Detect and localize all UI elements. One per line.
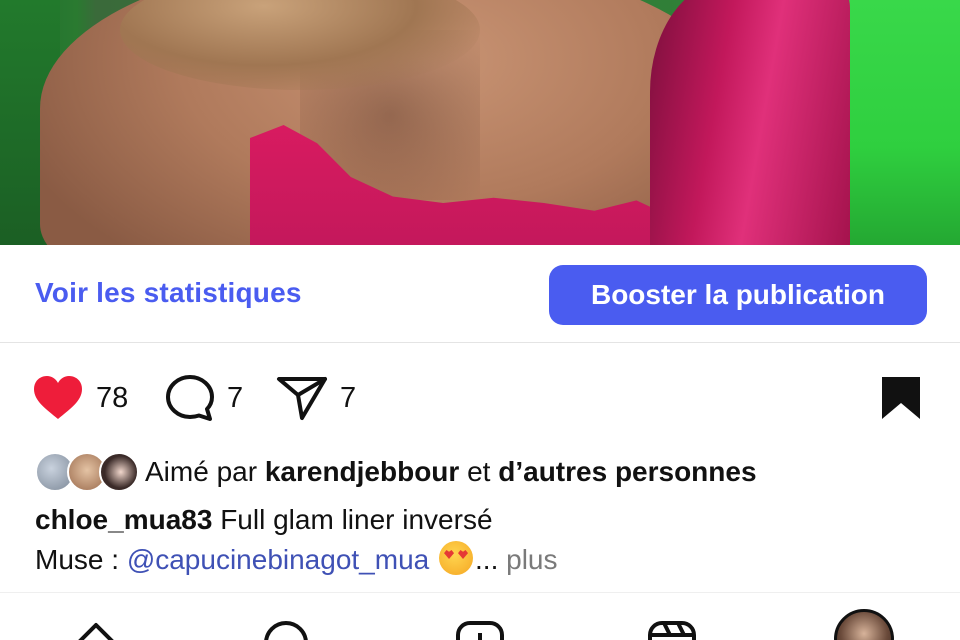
liked-by-username[interactable]: karendjebbour — [265, 456, 459, 487]
bottom-nav — [0, 592, 960, 640]
comment-group: 7 — [165, 370, 243, 426]
post-photo[interactable] — [0, 0, 960, 245]
caption-more-link[interactable]: plus — [506, 544, 557, 575]
bookmark-filled-icon[interactable] — [880, 375, 922, 421]
engagement-bar: 78 7 7 — [0, 370, 960, 426]
save-group — [880, 370, 922, 426]
liked-by-and: et — [467, 456, 491, 487]
caption-muse-label: Muse : — [35, 544, 120, 575]
search-icon[interactable] — [260, 613, 312, 640]
caption-line-2: Muse : @capucinebinagot_mua ... plus — [35, 540, 558, 580]
caption-text: Full glam liner inversé — [220, 504, 493, 535]
like-group: 78 — [32, 370, 128, 426]
caption-mention[interactable]: @capucinebinagot_mua — [127, 544, 429, 575]
liked-by-others[interactable]: d’autres personnes — [498, 456, 756, 487]
post-caption: chloe_mua83 Full glam liner inversé Muse… — [35, 500, 558, 580]
post-insights-bar: Voir les statistiques Booster la publica… — [0, 245, 960, 343]
boost-post-button[interactable]: Booster la publication — [549, 265, 927, 325]
home-icon[interactable] — [68, 613, 124, 640]
comment-icon[interactable] — [165, 374, 215, 422]
heart-filled-icon[interactable] — [32, 375, 84, 421]
profile-avatar[interactable] — [834, 609, 894, 640]
caption-username[interactable]: chloe_mua83 — [35, 504, 212, 535]
comments-count[interactable]: 7 — [227, 382, 243, 415]
paper-plane-icon[interactable] — [276, 375, 328, 421]
liked-by-prefix: Aimé par — [145, 456, 258, 487]
create-icon[interactable] — [454, 613, 506, 640]
avatar — [99, 452, 139, 492]
shares-count[interactable]: 7 — [340, 382, 356, 415]
photo-satin-robe — [650, 0, 850, 245]
reels-icon[interactable] — [646, 613, 698, 640]
heart-eyes-emoji-icon — [439, 541, 474, 575]
likes-count[interactable]: 78 — [96, 382, 128, 415]
view-insights-link[interactable]: Voir les statistiques — [35, 277, 302, 309]
liker-avatars — [35, 452, 139, 492]
caption-line-1: chloe_mua83 Full glam liner inversé — [35, 500, 558, 540]
liked-by-text: Aimé par karendjebbour et d’autres perso… — [145, 456, 757, 488]
share-group: 7 — [276, 370, 356, 426]
caption-ellipsis: ... — [475, 544, 499, 575]
liked-by-summary[interactable]: Aimé par karendjebbour et d’autres perso… — [35, 452, 757, 492]
